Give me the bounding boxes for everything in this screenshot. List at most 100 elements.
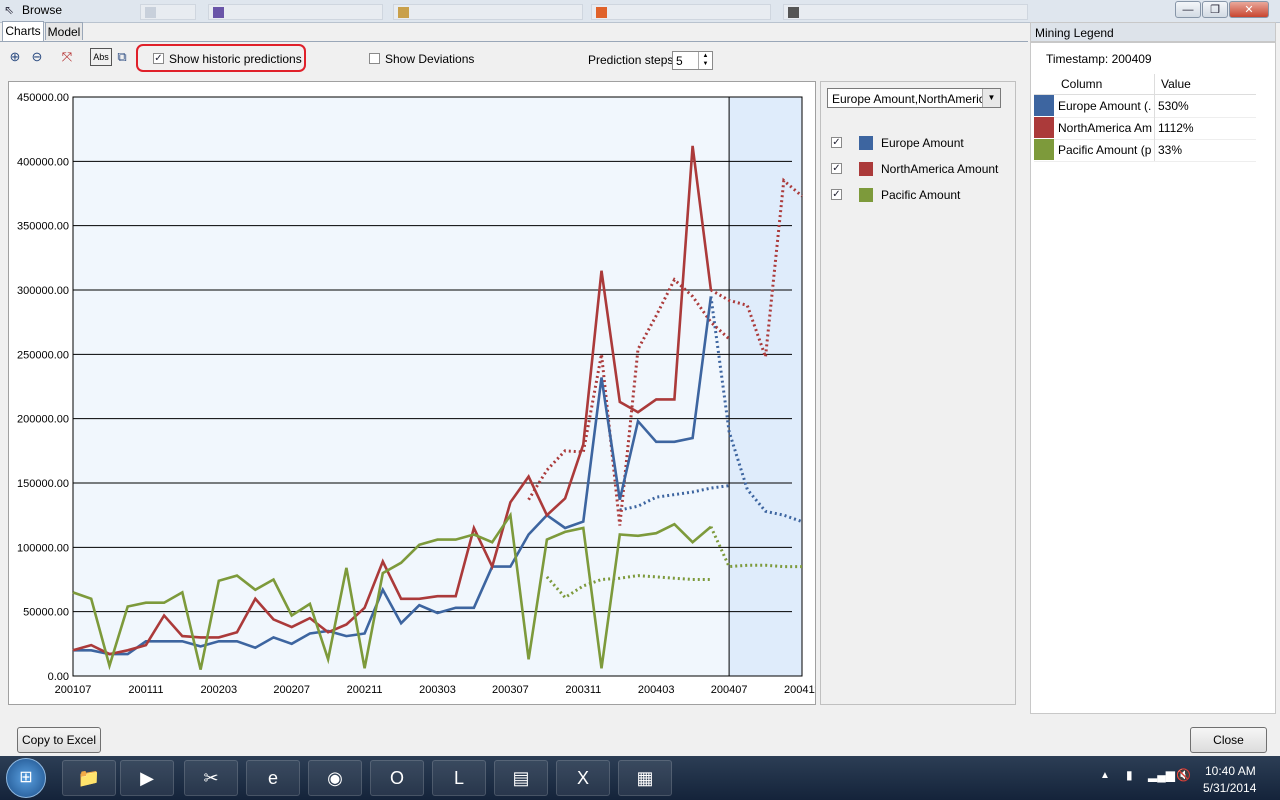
lync-icon[interactable]: L (432, 760, 486, 796)
copy-icon[interactable]: ⧉ (113, 48, 131, 66)
mining-legend-row: Europe Amount (... 530% (1034, 95, 1256, 118)
clock-date: 5/31/2014 (1203, 781, 1257, 795)
snipping-tool-icon[interactable]: ✂ (184, 760, 238, 796)
x-tick-label: 200203 (200, 684, 237, 696)
x-tick-label: 200411 (784, 684, 815, 696)
app-icon: ⇖ (4, 3, 15, 17)
zoom-to-fit-icon[interactable]: ⤧ (58, 48, 76, 66)
mining-legend-column: Pacific Amount (p... (1058, 143, 1152, 157)
value-header: Value (1161, 77, 1191, 91)
column-divider (1154, 95, 1155, 117)
outlook-icon[interactable]: O (370, 760, 424, 796)
mining-legend-column: Europe Amount (... (1058, 99, 1152, 113)
column-divider (1154, 117, 1155, 139)
legend-checkbox[interactable]: ✓ (831, 137, 842, 148)
show-historic-label: Show historic predictions (169, 52, 302, 66)
x-tick-label: 200303 (419, 684, 456, 696)
prediction-chart: 450000.00 400000.00 350000.00 300000.00 2500… (17, 92, 815, 696)
maximize-button[interactable]: ❐ (1202, 1, 1228, 18)
legend-swatch (859, 136, 873, 150)
prediction-steps-spinner[interactable]: 5 ▲ ▼ (672, 51, 713, 70)
background-tab (591, 4, 771, 20)
signal-icon[interactable]: ▂▄▆ (1148, 768, 1175, 782)
series-select-value: Europe Amount,NorthAmeric... (832, 92, 982, 106)
y-tick-label: 200000.00 (17, 414, 69, 426)
zoom-out-icon[interactable]: ⊖ (28, 48, 46, 66)
mining-legend-swatch (1034, 95, 1054, 116)
mining-legend-table-header: Column Value (1034, 74, 1256, 95)
background-tab (393, 4, 583, 20)
app-icon[interactable]: ▤ (494, 760, 548, 796)
media-player-icon[interactable]: ▶ (120, 760, 174, 796)
background-tab (140, 4, 196, 20)
tab-divider (0, 41, 1028, 42)
volume-icon[interactable]: 🔇 (1176, 768, 1191, 782)
background-tab (208, 4, 383, 20)
chevron-down-icon[interactable]: ▼ (982, 89, 1000, 107)
sql-tools-icon[interactable]: ▦ (618, 760, 672, 796)
background-tab (783, 4, 1028, 20)
mining-legend-panel: Timestamp: 200409 Column Value Europe Am… (1030, 42, 1276, 714)
copy-to-excel-button[interactable]: Copy to Excel (17, 727, 101, 753)
legend-swatch (859, 188, 873, 202)
y-tick-label: 100000.00 (17, 542, 69, 554)
legend-label: Pacific Amount (881, 188, 961, 202)
mining-legend-timestamp: Timestamp: 200409 (1046, 52, 1152, 66)
excel-icon[interactable]: X (556, 760, 610, 796)
prediction-steps-value: 5 (676, 54, 683, 68)
series-legend-panel: Europe Amount,NorthAmeric... ▼ ✓ Europe … (820, 81, 1016, 705)
legend-label: NorthAmerica Amount (881, 162, 999, 176)
column-header: Column (1061, 77, 1103, 91)
spinner-up-icon[interactable]: ▲ (698, 52, 712, 60)
zoom-in-icon[interactable]: ⊕ (6, 48, 24, 66)
taskbar: ⊞ 📁 ▶ ✂ e ◉ O L ▤ X ▦ ▲ ▮ ▂▄▆ 🔇 10:40 AM… (0, 756, 1280, 800)
mining-legend-swatch (1034, 117, 1054, 138)
x-tick-label: 200111 (128, 684, 163, 696)
column-divider (1154, 74, 1155, 94)
mining-legend-value: 530% (1158, 99, 1189, 113)
battery-icon[interactable]: ▮ (1126, 768, 1133, 782)
x-tick-label: 200407 (711, 684, 748, 696)
start-button[interactable]: ⊞ (6, 758, 46, 798)
y-tick-label: 350000.00 (17, 221, 69, 233)
x-tick-label: 200307 (492, 684, 529, 696)
show-historic-checkbox[interactable]: ✓ (153, 53, 164, 64)
clock-time: 10:40 AM (1205, 764, 1256, 778)
explorer-icon[interactable]: 📁 (62, 760, 116, 796)
mining-legend-row: Pacific Amount (p... 33% (1034, 139, 1256, 162)
window-title: Browse (22, 3, 63, 17)
minimize-button[interactable]: — (1175, 1, 1201, 18)
legend-checkbox[interactable]: ✓ (831, 189, 842, 200)
internet-explorer-icon[interactable]: e (246, 760, 300, 796)
show-deviations-checkbox[interactable] (369, 53, 380, 64)
prediction-region (729, 97, 802, 676)
close-window-button[interactable]: ✕ (1229, 1, 1269, 18)
mining-legend-row: NorthAmerica Am... 1112% (1034, 117, 1256, 140)
abs-toggle-icon[interactable]: Abs (90, 48, 112, 66)
y-tick-label: 250000.00 (17, 349, 69, 361)
legend-checkbox[interactable]: ✓ (831, 163, 842, 174)
series-select[interactable]: Europe Amount,NorthAmeric... ▼ (827, 88, 1001, 108)
mining-legend-header: Mining Legend (1030, 22, 1276, 42)
mining-legend-value: 33% (1158, 143, 1183, 157)
y-tick-label: 0.00 (48, 671, 69, 683)
mining-legend-swatch (1034, 139, 1054, 160)
chrome-icon[interactable]: ◉ (308, 760, 362, 796)
close-button[interactable]: Close (1190, 727, 1267, 753)
tab-model[interactable]: Model (45, 22, 83, 40)
spinner-down-icon[interactable]: ▼ (698, 60, 712, 69)
y-tick-label: 450000.00 (17, 92, 69, 104)
x-tick-label: 200211 (347, 684, 383, 696)
plot-background (73, 97, 802, 676)
tab-charts[interactable]: Charts (2, 21, 44, 41)
title-bar: ⇖ Browse — ❐ ✕ (0, 0, 1280, 23)
tray-expand-icon[interactable]: ▲ (1100, 770, 1110, 781)
x-tick-label: 200207 (273, 684, 310, 696)
x-tick-label: 200311 (565, 684, 601, 696)
y-tick-label: 150000.00 (17, 478, 69, 490)
mining-legend-title: Mining Legend (1035, 26, 1114, 40)
mining-legend-value: 1112% (1158, 121, 1194, 135)
show-deviations-label: Show Deviations (385, 52, 475, 66)
column-divider (1154, 139, 1155, 161)
legend-swatch (859, 162, 873, 176)
